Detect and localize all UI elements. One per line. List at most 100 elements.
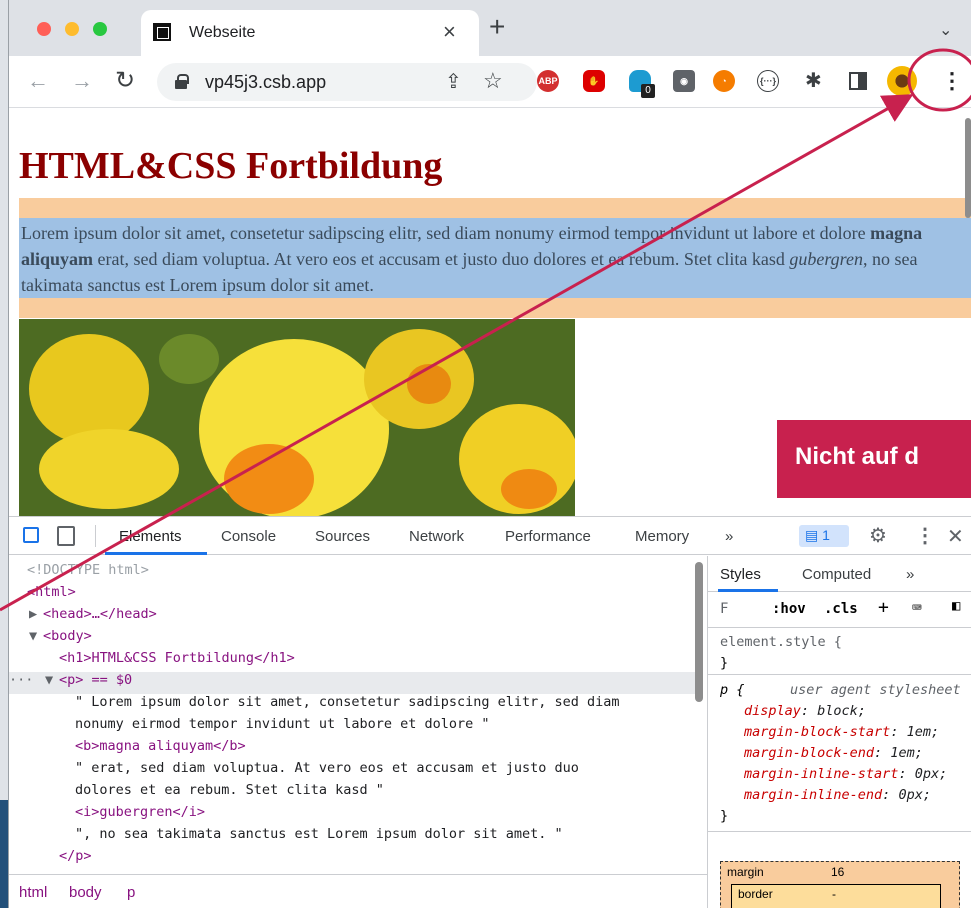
element-style-close: } xyxy=(720,655,729,671)
extensions-puzzle-icon[interactable]: ✱ xyxy=(805,68,822,93)
browser-menu-kebab-icon[interactable]: ⋮ xyxy=(941,66,963,96)
daffodil-image xyxy=(19,319,575,516)
cls-toggle[interactable]: .cls xyxy=(824,601,858,617)
boxmodel-divider xyxy=(708,831,971,832)
box-margin-label: margin xyxy=(727,865,764,879)
styles-pane: Styles Computed » F :hov .cls + ⌨ ◧ elem… xyxy=(707,556,971,908)
prop-margin-inline-end[interactable]: margin-inline-end: 0px; xyxy=(744,785,931,806)
tab-performance[interactable]: Performance xyxy=(505,528,591,545)
box-border: border - xyxy=(731,884,941,908)
divider xyxy=(95,525,96,547)
tab-search-icon[interactable]: ⌄ xyxy=(939,20,952,40)
address-bar[interactable]: vp45j3.csb.app ⇪ ☆ xyxy=(157,63,537,101)
tab-sources[interactable]: Sources xyxy=(315,528,370,545)
para-text-1: Lorem ipsum dolor sit amet, consetetur s… xyxy=(21,223,871,243)
text-node-3[interactable]: ", no sea takimata sanctus est Lorem ips… xyxy=(75,823,563,845)
side-panel-icon[interactable] xyxy=(849,72,867,90)
hov-toggle[interactable]: :hov xyxy=(772,601,806,617)
html-node[interactable]: <html> xyxy=(27,581,76,603)
b-node[interactable]: <b>magna aliquyam</b> xyxy=(75,735,246,757)
reload-icon[interactable]: ↻ xyxy=(115,66,135,95)
settings-gear-icon[interactable]: ⚙ xyxy=(869,523,887,548)
url-text[interactable]: vp45j3.csb.app xyxy=(205,72,326,93)
breadcrumb-body[interactable]: body xyxy=(69,884,102,901)
back-arrow-icon[interactable]: ← xyxy=(27,68,49,94)
p-close-tag[interactable]: </p> xyxy=(59,845,92,867)
collapse-p-icon[interactable]: ▼ xyxy=(45,669,53,691)
device-toolbar-icon[interactable] xyxy=(57,526,75,546)
text-node-1a[interactable]: " Lorem ipsum dolor sit amet, consetetur… xyxy=(75,691,620,713)
element-style-rule[interactable]: element.style { xyxy=(720,632,842,653)
breadcrumb: html body p xyxy=(9,874,707,908)
breadcrumb-p[interactable]: p xyxy=(127,884,135,901)
tab-computed[interactable]: Computed xyxy=(802,566,871,583)
tab-close-icon[interactable]: × xyxy=(443,19,456,45)
text-node-2a[interactable]: " erat, sed diam voluptua. At vero eos e… xyxy=(75,757,579,779)
prop-value: 1em; xyxy=(906,724,940,740)
page-scrollbar[interactable] xyxy=(965,118,971,218)
new-rule-plus-icon[interactable]: + xyxy=(878,597,889,618)
prop-display[interactable]: display: block; xyxy=(744,701,866,722)
paint-brush-icon[interactable]: ⌨ xyxy=(912,598,922,617)
node-actions-ellipsis-icon[interactable]: ··· xyxy=(9,669,33,691)
browser-window: Webseite × + ⌄ ← → ↻ vp45j3.csb.app ⇪ ☆ … xyxy=(8,0,971,908)
braces-extension-icon[interactable]: {···} xyxy=(757,70,779,92)
lock-icon[interactable] xyxy=(175,74,189,89)
prop-margin-inline-start[interactable]: margin-inline-start: 0px; xyxy=(744,764,947,785)
share-icon[interactable]: ⇪ xyxy=(445,69,462,94)
i-node[interactable]: <i>gubergren</i> xyxy=(75,801,205,823)
tab-styles[interactable]: Styles xyxy=(720,566,761,583)
extension-badge: 0 xyxy=(641,84,655,98)
camera-icon[interactable]: ◉ xyxy=(673,70,695,92)
rule-source: user agent stylesheet xyxy=(790,682,961,698)
rule-divider xyxy=(708,674,971,675)
inspect-element-icon[interactable] xyxy=(23,527,39,543)
tab-console[interactable]: Console xyxy=(221,528,276,545)
head-node[interactable]: <head>…</head> xyxy=(43,603,157,625)
more-tabs-chevron-icon[interactable]: » xyxy=(725,528,733,545)
prop-margin-block-start[interactable]: margin-block-start: 1em; xyxy=(744,722,939,743)
text-node-1b[interactable]: nonumy eirmod tempor invidunt ut labore … xyxy=(75,713,490,735)
box-border-value[interactable]: - xyxy=(832,887,836,901)
more-style-tabs-icon[interactable]: » xyxy=(906,566,914,583)
collapse-body-icon[interactable]: ▼ xyxy=(29,625,37,647)
tab-title: Webseite xyxy=(189,24,256,41)
page-heading: HTML&CSS Fortbildung xyxy=(19,145,443,187)
bookmark-star-icon[interactable]: ☆ xyxy=(483,68,503,94)
new-tab-button[interactable]: + xyxy=(489,13,505,41)
minimize-window-button[interactable] xyxy=(65,22,79,36)
expand-head-icon[interactable]: ▶ xyxy=(29,603,37,625)
prop-margin-block-end[interactable]: margin-block-end: 1em; xyxy=(744,743,923,764)
body-node[interactable]: <body> xyxy=(43,625,92,647)
close-window-button[interactable] xyxy=(37,22,51,36)
breadcrumb-html[interactable]: html xyxy=(19,884,47,901)
devtools-panel: Elements Console Sources Network Perform… xyxy=(9,516,971,908)
zoom-window-button[interactable] xyxy=(93,22,107,36)
profile-avatar[interactable] xyxy=(887,66,917,96)
p-node-selected[interactable]: <p> == $0 xyxy=(59,669,132,691)
tab-elements[interactable]: Elements xyxy=(119,528,182,545)
tab-strip: Webseite × + ⌄ xyxy=(9,0,971,56)
forward-arrow-icon[interactable]: → xyxy=(71,68,93,94)
h1-node[interactable]: <h1>HTML&CSS Fortbildung</h1> xyxy=(59,647,295,669)
devtools-menu-kebab-icon[interactable]: ⋮ xyxy=(915,523,935,548)
issues-badge[interactable]: ▤ 1 xyxy=(799,525,849,547)
adblock-plus-icon[interactable]: ABP xyxy=(537,70,559,92)
para-text-2: erat, sed diam voluptua. At vero eos et … xyxy=(93,249,790,269)
text-node-2b[interactable]: dolores et ea rebum. Stet clita kasd " xyxy=(75,779,384,801)
doctype-line[interactable]: <!DOCTYPE html> xyxy=(27,559,149,581)
tab-network[interactable]: Network xyxy=(409,528,464,545)
toggle-sidebar-icon[interactable]: ◧ xyxy=(952,598,960,614)
elements-scrollbar[interactable] xyxy=(695,562,703,702)
tab-memory[interactable]: Memory xyxy=(635,528,689,545)
active-tab-indicator xyxy=(105,552,207,555)
filter-input[interactable]: F xyxy=(720,601,728,617)
para-italic: gubergren xyxy=(789,249,863,269)
browser-tab[interactable]: Webseite × xyxy=(141,10,479,56)
box-border-label: border xyxy=(738,887,773,901)
box-margin-value[interactable]: 16 xyxy=(831,865,844,879)
page-viewport: HTML&CSS Fortbildung Lorem ipsum dolor s… xyxy=(9,108,971,516)
orange-extension-icon[interactable]: ◔ xyxy=(713,70,735,92)
close-devtools-icon[interactable]: ✕ xyxy=(947,524,964,549)
ublock-icon[interactable]: ✋ xyxy=(583,70,605,92)
